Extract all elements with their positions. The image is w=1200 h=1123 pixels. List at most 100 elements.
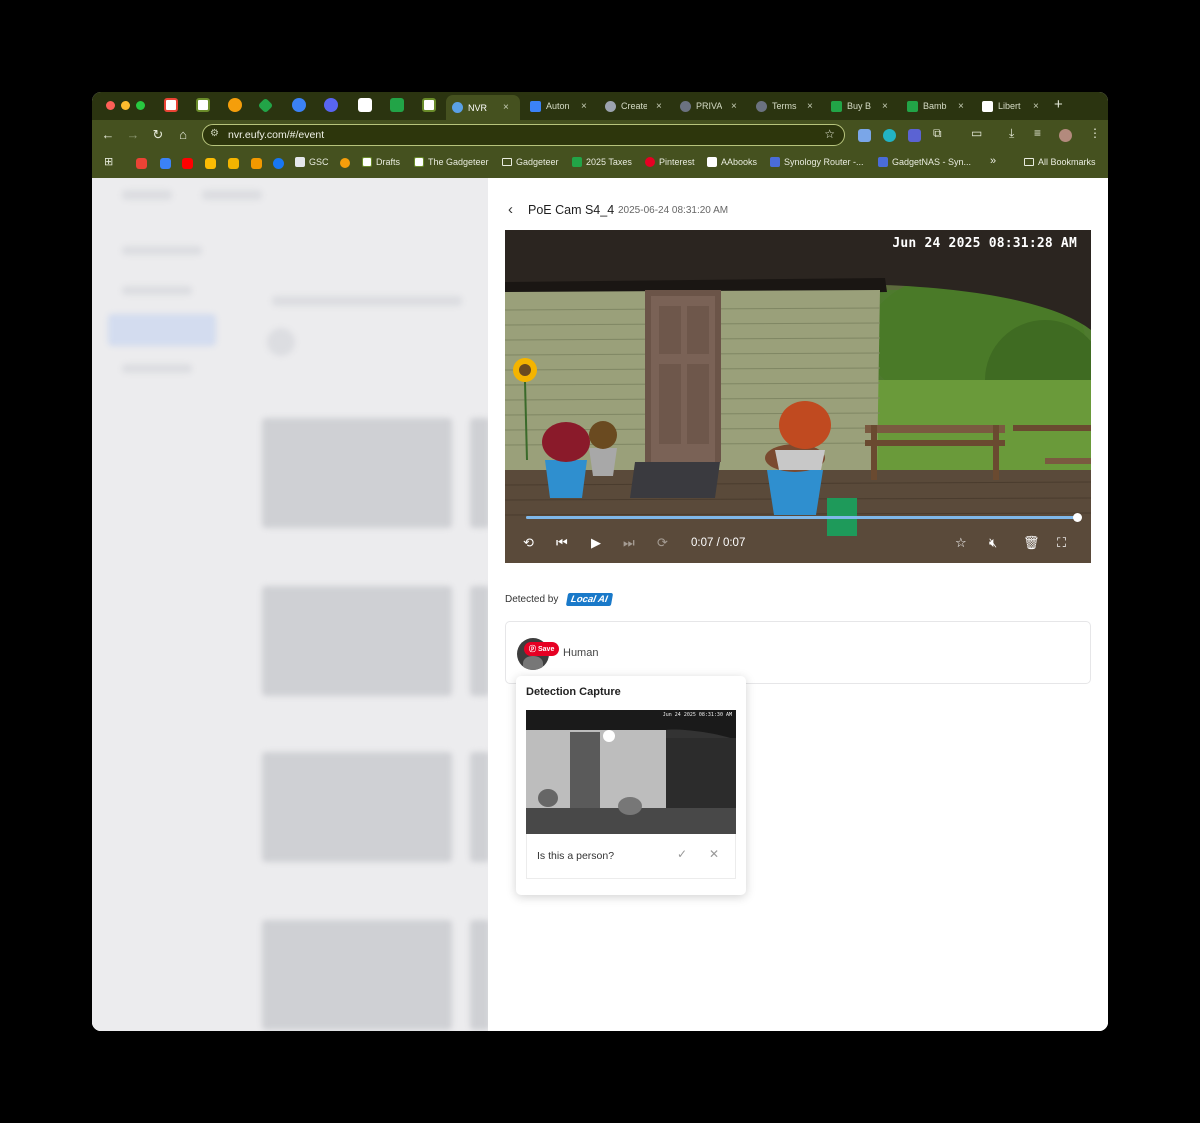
extension-k-icon[interactable]: [908, 129, 921, 142]
bookmark-star-icon[interactable]: ☆: [824, 127, 835, 141]
bookmark-aabooks[interactable]: AAbooks: [707, 157, 757, 167]
bookmark-synology-router[interactable]: Synology Router -...: [770, 157, 864, 167]
tab-libert[interactable]: Libert ×: [976, 95, 1046, 117]
calendar-icon[interactable]: [160, 158, 171, 169]
blue-gear-tab-icon[interactable]: [292, 98, 306, 112]
gmail-tab-icon[interactable]: [164, 98, 178, 112]
gadgeteer-icon: [414, 157, 424, 167]
video-player[interactable]: Jun 24 2025 08:31:28 AM ⟲ ⏮ ▶ ⏭ ⟳ 0:07 /…: [505, 230, 1091, 563]
analytics-icon[interactable]: [251, 158, 262, 169]
tab-favicon: [605, 100, 616, 112]
discord-tab-icon[interactable]: [324, 98, 338, 112]
tab-favicon: [756, 100, 767, 112]
mute-icon[interactable]: 🔇︎: [989, 535, 997, 550]
detection-type-label: Human: [563, 647, 599, 659]
folder-icon: [1024, 158, 1034, 166]
tab-strip: NVR × Auton × Create × PRIVA × Terms × B…: [92, 92, 1108, 120]
bookmark-folder-gadgeteer[interactable]: Gadgeteer: [502, 157, 559, 167]
tab-buy[interactable]: Buy B ×: [825, 95, 895, 117]
tab-auton[interactable]: Auton ×: [524, 95, 594, 117]
apps-grid-icon[interactable]: ⊞: [104, 155, 113, 168]
close-icon[interactable]: ×: [503, 102, 509, 113]
feedback-row: Is this a person? ✓ ✕: [526, 834, 736, 879]
tab-create[interactable]: Create ×: [599, 95, 669, 117]
keep-icon[interactable]: [228, 158, 239, 169]
home-icon[interactable]: ⌂: [175, 127, 191, 142]
synology-icon: [770, 157, 780, 167]
tab-favicon: [831, 100, 842, 112]
site-settings-icon[interactable]: ⚙: [210, 128, 219, 139]
folder-icon: [502, 158, 512, 166]
playback-time: 0:07 / 0:07: [691, 537, 746, 549]
detection-item[interactable]: Human ⓟ Save: [505, 621, 1091, 684]
bookmark-gsc[interactable]: GSC: [295, 157, 329, 167]
download-icon[interactable]: ⤓: [1009, 126, 1014, 141]
tab-terms[interactable]: Terms ×: [750, 95, 820, 117]
close-icon[interactable]: ×: [581, 101, 587, 112]
rewind-10-icon[interactable]: ⟲: [523, 535, 534, 550]
sheets-tab-icon[interactable]: [390, 98, 404, 112]
forward-icon[interactable]: →: [125, 127, 141, 142]
fullscreen-icon[interactable]: ⛶: [1057, 535, 1066, 550]
back-chevron-icon[interactable]: ‹: [508, 202, 513, 218]
youtube-icon[interactable]: [182, 158, 193, 169]
url-text[interactable]: nvr.eufy.com/#/event: [228, 129, 324, 141]
reject-x-icon[interactable]: ✕: [709, 847, 719, 861]
menu-icon[interactable]: ⋮: [1089, 126, 1101, 140]
synology-icon: [878, 157, 888, 167]
playback-scrub-handle[interactable]: [1073, 513, 1082, 522]
favorite-star-icon[interactable]: ☆: [955, 535, 967, 550]
tab-priva[interactable]: PRIVA ×: [674, 95, 744, 117]
gadgeteer-tab-icon[interactable]: [196, 98, 210, 112]
extension-icon[interactable]: [883, 129, 896, 142]
forward-10-icon[interactable]: ⟳: [657, 535, 668, 550]
bookmark-the-gadgeteer[interactable]: The Gadgeteer: [414, 157, 489, 167]
amazon-tab-icon[interactable]: [358, 98, 372, 112]
close-window-button[interactable]: [106, 101, 115, 110]
skip-next-icon[interactable]: ⏭: [623, 535, 635, 550]
page-content: ‹ PoE Cam S4_4 2025-06-24 08:31:20 AM Ju…: [92, 178, 1108, 1031]
bookmark-drafts[interactable]: Drafts: [362, 157, 400, 167]
cast-icon[interactable]: ▭: [971, 126, 982, 140]
delete-trash-icon[interactable]: 🗑︎: [1023, 535, 1040, 550]
green-diamond-tab-icon[interactable]: [257, 97, 274, 114]
tab-nvr[interactable]: NVR ×: [446, 95, 520, 120]
address-bar[interactable]: ⚙ nvr.eufy.com/#/event ☆: [202, 124, 845, 146]
bookmark-pinterest[interactable]: Pinterest: [645, 157, 695, 167]
reading-list-icon[interactable]: ≡: [1034, 126, 1041, 140]
playback-progress-fill: [526, 516, 1077, 519]
gadgeteer-tab-icon[interactable]: [422, 98, 436, 112]
pinwheel-icon[interactable]: [340, 158, 350, 168]
aabooks-icon: [707, 157, 717, 167]
close-icon[interactable]: ×: [656, 101, 662, 112]
bookmark-gadgetnas[interactable]: GadgetNAS - Syn...: [878, 157, 971, 167]
close-icon[interactable]: ×: [958, 101, 964, 112]
extension-icon[interactable]: [858, 129, 871, 142]
bookmarks-overflow-button[interactable]: »: [990, 155, 996, 167]
event-detail-panel: ‹ PoE Cam S4_4 2025-06-24 08:31:20 AM Ju…: [488, 178, 1108, 1031]
pinterest-save-button[interactable]: ⓟ Save: [524, 642, 560, 656]
tab-bamb[interactable]: Bamb ×: [901, 95, 971, 117]
all-bookmarks-button[interactable]: All Bookmarks: [1024, 157, 1096, 167]
skip-previous-icon[interactable]: ⏮: [556, 535, 568, 550]
close-icon[interactable]: ×: [807, 101, 813, 112]
sheets-icon: [572, 157, 582, 167]
facebook-icon[interactable]: [273, 158, 284, 169]
minimize-window-button[interactable]: [121, 101, 130, 110]
extensions-puzzle-icon[interactable]: ⧉: [933, 126, 942, 141]
bookmark-2025-taxes[interactable]: 2025 Taxes: [572, 157, 632, 167]
drive-icon[interactable]: [205, 158, 216, 169]
reload-icon[interactable]: ↻: [150, 127, 166, 142]
playback-progress-bar[interactable]: [526, 513, 1082, 522]
close-icon[interactable]: ×: [731, 101, 737, 112]
close-icon[interactable]: ×: [882, 101, 888, 112]
gmail-icon[interactable]: [136, 158, 147, 169]
profile-avatar[interactable]: [1059, 129, 1072, 142]
new-tab-button[interactable]: +: [1054, 97, 1063, 113]
close-icon[interactable]: ×: [1033, 101, 1039, 112]
maximize-window-button[interactable]: [136, 101, 145, 110]
confirm-check-icon[interactable]: ✓: [677, 847, 687, 861]
back-icon[interactable]: ←: [100, 127, 116, 142]
orange-tab-icon[interactable]: [228, 98, 242, 112]
play-icon[interactable]: ▶: [591, 535, 601, 550]
